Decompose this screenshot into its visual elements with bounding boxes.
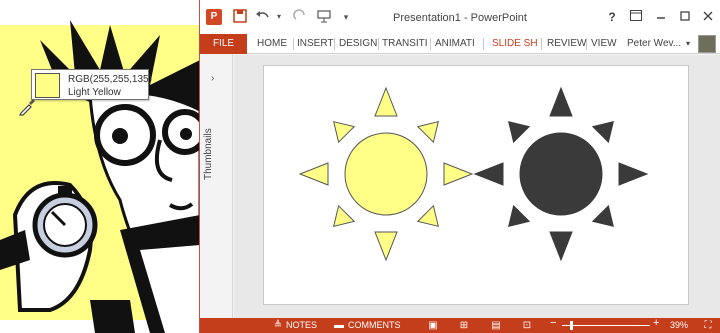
sun-ray [374, 86, 398, 117]
tab-view[interactable]: VIEW [591, 34, 617, 54]
normal-view-icon[interactable]: ▣ [427, 320, 439, 331]
zoom-slider-thumb[interactable] [570, 321, 573, 330]
sun-ray [473, 162, 504, 186]
fit-slide-icon[interactable]: ⛶ [702, 320, 714, 331]
tab-animations[interactable]: ANIMATI [435, 34, 475, 54]
slide-show-icon[interactable]: ⊡ [521, 320, 533, 331]
minimize-icon[interactable] [653, 9, 669, 25]
help-button[interactable]: ? [604, 9, 620, 25]
sun-ray [416, 121, 439, 144]
tab-separator [430, 38, 431, 50]
customize-toolbar-icon[interactable]: ▾ [338, 9, 354, 25]
window-title: Presentation1 - PowerPoint [393, 12, 527, 24]
sun-ray [416, 204, 439, 227]
zoom-slider[interactable] [562, 325, 650, 326]
undo-dropdown-icon[interactable]: ▾ [271, 9, 287, 25]
rgb-value: RGB(255,255,135) [68, 74, 152, 85]
title-bar: P ▾ ▾ Presentation1 - PowerPoint ? [200, 0, 720, 34]
zoom-level[interactable]: 39% [670, 320, 688, 331]
ribbon-tabs: FILE HOME INSERT DESIGN TRANSITI ANIMATI… [200, 34, 720, 54]
thumbnails-pane: › Thumbnails [200, 55, 233, 318]
avatar[interactable] [698, 35, 716, 53]
expand-thumbnails-icon[interactable]: › [211, 73, 214, 84]
color-name: Light Yellow [68, 87, 121, 98]
sun-ray [549, 231, 573, 262]
slide-shapes [298, 86, 649, 262]
tab-separator [483, 38, 484, 50]
tab-home[interactable]: HOME [257, 34, 287, 54]
cartoon-illustration [0, 20, 200, 333]
undo-icon[interactable] [255, 9, 271, 25]
thumbnails-label[interactable]: Thumbnails [203, 128, 214, 180]
comments-icon[interactable]: ▬ [333, 320, 345, 331]
restore-icon[interactable] [677, 9, 693, 25]
background-artwork [0, 0, 200, 333]
sun-ray [591, 121, 614, 144]
tab-design[interactable]: DESIGN [339, 34, 377, 54]
tab-file[interactable]: FILE [200, 34, 247, 54]
close-icon[interactable] [700, 9, 716, 25]
slide-canvas[interactable] [263, 65, 689, 305]
notes-button[interactable]: NOTES [286, 320, 317, 331]
sun-ray [508, 204, 531, 227]
reading-view-icon[interactable]: ▤ [490, 320, 502, 331]
sun-ray [333, 121, 356, 144]
tab-separator [293, 38, 294, 50]
sun-ray [333, 204, 356, 227]
tab-slide-show[interactable]: SLIDE SH [492, 34, 538, 54]
zoom-out-button[interactable]: − [550, 318, 556, 329]
sun-ray [618, 162, 649, 186]
slide-editing-area [234, 55, 720, 318]
sun-ray [508, 121, 531, 144]
tab-transitions[interactable]: TRANSITI [382, 34, 428, 54]
sun-ray [374, 231, 398, 262]
user-account[interactable]: Peter Wev... [627, 34, 681, 54]
slide-sorter-icon[interactable]: ⊞ [458, 320, 470, 331]
color-tooltip: RGB(255,255,135) Light Yellow [31, 69, 152, 100]
tab-separator [586, 38, 587, 50]
sun-shape-light-yellow[interactable] [298, 86, 474, 262]
ribbon-display-options-icon[interactable] [628, 9, 644, 25]
color-swatch [35, 73, 60, 98]
status-bar: ≜ NOTES ▬ COMMENTS ▣ ⊞ ▤ ⊡ − + 39% ⛶ [200, 318, 720, 333]
start-from-beginning-icon[interactable] [316, 9, 332, 25]
notes-icon[interactable]: ≜ [272, 320, 284, 331]
account-dropdown-icon[interactable]: ▾ [686, 34, 690, 54]
powerpoint-window: P ▾ ▾ Presentation1 - PowerPoint ? FILE … [199, 0, 720, 333]
tab-separator [334, 38, 335, 50]
save-icon[interactable] [232, 9, 248, 25]
tab-insert[interactable]: INSERT [297, 34, 334, 54]
tab-separator [541, 38, 542, 50]
powerpoint-logo-icon[interactable]: P [206, 9, 222, 25]
redo-icon[interactable] [292, 9, 308, 25]
sun-shape-dark-gray[interactable] [473, 86, 649, 262]
tab-separator [378, 38, 379, 50]
eyedropper-icon [19, 99, 35, 116]
zoom-in-button[interactable]: + [653, 318, 659, 329]
tab-review[interactable]: REVIEW [547, 34, 586, 54]
sun-ray [443, 162, 474, 186]
sun-ray [591, 204, 614, 227]
sun-ray [298, 162, 329, 186]
sun-ray [549, 86, 573, 117]
comments-button[interactable]: COMMENTS [348, 320, 401, 331]
